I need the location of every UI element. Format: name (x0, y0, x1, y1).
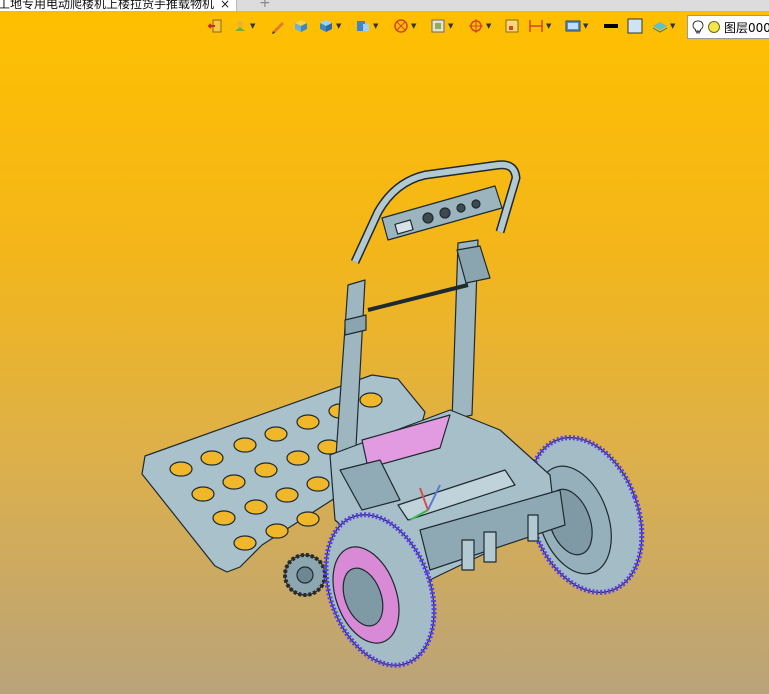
chevron-down-icon[interactable]: ▼ (583, 22, 588, 30)
small-wheel (283, 553, 327, 597)
exit-button[interactable] (207, 17, 223, 35)
frame-box-icon (431, 19, 445, 33)
chevron-down-icon[interactable]: ▼ (336, 22, 341, 30)
layer-name: 图层000 (724, 20, 769, 35)
chevron-down-icon[interactable]: ▼ (373, 22, 378, 30)
chevron-down-icon[interactable]: ▼ (250, 22, 255, 30)
render-mode-icon (235, 21, 245, 31)
target-icon (469, 19, 483, 33)
line-color-icon (604, 24, 618, 28)
chevron-down-icon[interactable]: ▼ (670, 22, 675, 30)
dimension-button[interactable]: ▼ (528, 17, 551, 35)
layer-stack-button[interactable]: ▼ (652, 17, 675, 35)
document-tab[interactable]: 工地专用电动爬楼机上楼拉货手推载物机 × (0, 0, 238, 11)
cube-icon (320, 20, 332, 32)
close-icon[interactable]: × (220, 0, 230, 10)
lightbulb-icon[interactable] (692, 20, 704, 34)
new-tab-icon[interactable]: + (259, 0, 271, 10)
frame-box-button[interactable]: ▼ (430, 17, 453, 35)
layer-stack-icon (652, 22, 668, 33)
chevron-down-icon[interactable]: ▼ (486, 22, 491, 30)
fill-color-button[interactable] (627, 17, 643, 35)
chevron-down-icon[interactable]: ▼ (546, 22, 551, 30)
target-button[interactable]: ▼ (468, 17, 491, 35)
chevron-down-icon[interactable]: ▼ (448, 22, 453, 30)
section-view-icon (394, 19, 408, 33)
shaded-box-button[interactable] (293, 17, 309, 35)
display-settings-icon (565, 20, 581, 32)
display-settings-button[interactable]: ▼ (565, 17, 588, 35)
tab-strip: 工地专用电动爬楼机上楼拉货手推载物机 × + (0, 0, 769, 12)
view-orient-icon (357, 21, 369, 31)
view-orient-button[interactable]: ▼ (355, 17, 378, 35)
chevron-down-icon[interactable]: ▼ (411, 22, 416, 30)
view-toolbar: ▼ ▼ ▼ ▼ ▼ ▼ ▼ ▼ ▼ 图层000 (0, 12, 769, 40)
cart-model (141, 160, 645, 668)
layer-selector[interactable]: 图层000 (687, 15, 769, 39)
render-mode-button[interactable]: ▼ (232, 17, 255, 35)
fill-color-icon (627, 18, 643, 34)
exit-icon (207, 19, 222, 33)
fit-button[interactable] (504, 17, 520, 35)
dimension-icon (529, 20, 543, 32)
fit-icon (505, 19, 519, 33)
cube-button[interactable]: ▼ (318, 17, 341, 35)
3d-viewport[interactable] (0, 12, 769, 694)
line-color-button[interactable] (603, 17, 619, 35)
sun-icon[interactable] (707, 20, 721, 34)
shaded-box-icon (295, 20, 307, 32)
pencil-icon (272, 22, 284, 34)
pencil-button[interactable] (270, 17, 286, 35)
section-view-button[interactable]: ▼ (393, 17, 416, 35)
tab-title: 工地专用电动爬楼机上楼拉货手推载物机 (0, 0, 215, 11)
